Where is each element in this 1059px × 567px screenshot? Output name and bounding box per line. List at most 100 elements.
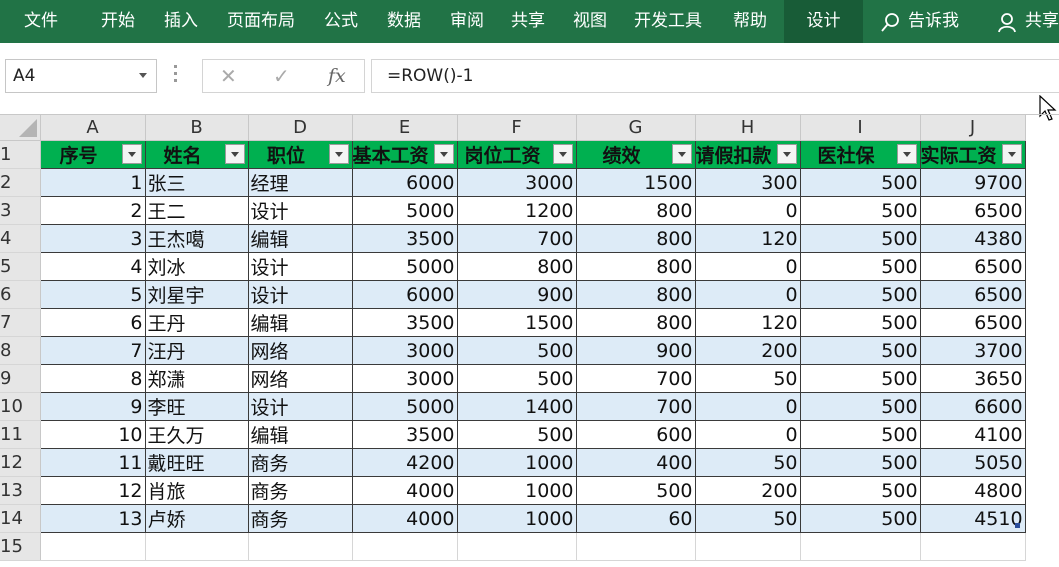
select-all-corner[interactable] [0,115,41,141]
cell[interactable]: 2 [40,196,146,225]
tab-home[interactable]: 开始 [101,0,135,43]
cell[interactable]: 60 [576,504,696,533]
cell[interactable]: 500 [800,420,921,449]
cell[interactable]: 1000 [457,476,577,505]
cell[interactable]: 6 [40,308,146,337]
cell[interactable]: 0 [695,196,801,225]
cell[interactable]: 戴旺旺 [145,448,249,477]
cell[interactable]: 11 [40,448,146,477]
header-name[interactable]: 姓名 [145,140,249,169]
cell[interactable]: 1400 [457,392,577,421]
cell[interactable] [40,532,146,561]
cell[interactable]: 6600 [920,392,1026,421]
formula-bar-grip[interactable] [174,65,178,87]
filter-dropdown-icon[interactable] [224,144,245,164]
cell[interactable]: 5000 [352,252,458,281]
cell[interactable]: 700 [457,224,577,253]
cell[interactable]: 0 [695,280,801,309]
cell[interactable] [352,532,458,561]
filter-dropdown-icon[interactable] [776,144,797,164]
row-header[interactable]: 13 [0,476,41,505]
cell[interactable]: 700 [576,364,696,393]
tab-design[interactable]: 设计 [784,0,863,43]
filter-dropdown-icon[interactable] [552,144,573,164]
insert-function-icon[interactable]: fx [328,60,346,92]
cell[interactable]: 800 [576,224,696,253]
cell[interactable]: 1200 [457,196,577,225]
column-header[interactable]: F [457,115,577,141]
cell[interactable]: 3650 [920,364,1026,393]
cell[interactable]: 王久万 [145,420,249,449]
tab-data[interactable]: 数据 [387,0,421,43]
cell[interactable]: 0 [695,420,801,449]
cell[interactable]: 300 [695,168,801,197]
cell[interactable]: 5000 [352,196,458,225]
cell[interactable]: 1000 [457,448,577,477]
cell[interactable] [576,532,696,561]
cell[interactable]: 王二 [145,196,249,225]
tab-file[interactable]: 文件 [24,0,58,43]
cell[interactable] [145,532,249,561]
cell[interactable]: 500 [800,280,921,309]
cell[interactable]: 1000 [457,504,577,533]
cell[interactable]: 设计 [248,196,353,225]
header-base-salary[interactable]: 基本工资 [352,140,458,169]
cell[interactable] [695,532,801,561]
row-header[interactable]: 10 [0,392,41,421]
column-header[interactable]: H [695,115,801,141]
cancel-icon[interactable]: ✕ [220,60,237,92]
header-performance[interactable]: 绩效 [576,140,696,169]
cell[interactable]: 6500 [920,252,1026,281]
row-header[interactable]: 1 [0,140,41,169]
cell[interactable]: 4 [40,252,146,281]
table-resize-handle[interactable] [1015,523,1020,528]
cell[interactable]: 编辑 [248,308,353,337]
cell[interactable]: 1 [40,168,146,197]
cell[interactable]: 1500 [576,168,696,197]
cell[interactable] [920,532,1026,561]
cell[interactable]: 3000 [352,364,458,393]
cell[interactable]: 500 [800,476,921,505]
cell[interactable]: 6500 [920,308,1026,337]
row-header[interactable]: 15 [0,532,41,561]
column-header[interactable]: B [145,115,249,141]
cell[interactable]: 设计 [248,280,353,309]
cell[interactable]: 500 [800,392,921,421]
cell[interactable]: 500 [800,196,921,225]
cell[interactable]: 9 [40,392,146,421]
cell[interactable]: 500 [800,448,921,477]
cell[interactable]: 500 [457,364,577,393]
cell[interactable]: 刘星宇 [145,280,249,309]
cell[interactable]: 5000 [352,392,458,421]
cell[interactable]: 郑潇 [145,364,249,393]
row-header[interactable]: 5 [0,252,41,281]
row-header[interactable]: 12 [0,448,41,477]
header-actual-salary[interactable]: 实际工资 [920,140,1026,169]
header-position[interactable]: 职位 [248,140,353,169]
row-header[interactable]: 2 [0,168,41,197]
cell[interactable]: 4200 [352,448,458,477]
cell[interactable]: 800 [457,252,577,281]
worksheet-grid[interactable]: A B D E F G H I J 1 序号 姓名 职位 基本工资 岗位工资 绩效 请假扣款医… [0,114,1059,567]
tab-view[interactable]: 视图 [573,0,607,43]
name-box[interactable]: A4 [5,59,157,93]
cell[interactable]: 6500 [920,280,1026,309]
row-header[interactable]: 3 [0,196,41,225]
cell[interactable]: 3500 [352,224,458,253]
cell[interactable]: 编辑 [248,224,353,253]
cell[interactable]: 3 [40,224,146,253]
cell[interactable]: 500 [576,476,696,505]
cell[interactable]: 120 [695,224,801,253]
cell[interactable]: 王杰噶 [145,224,249,253]
row-header[interactable]: 14 [0,504,41,533]
cell[interactable]: 王丹 [145,308,249,337]
filter-dropdown-icon[interactable] [1001,144,1022,164]
header-leave-deduction[interactable]: 请假扣款 [695,140,801,169]
cell[interactable] [457,532,577,561]
cell[interactable]: 200 [695,476,801,505]
tab-developer[interactable]: 开发工具 [634,0,702,43]
cell[interactable]: 12 [40,476,146,505]
cell[interactable]: 4800 [920,476,1026,505]
tab-share[interactable]: 共享 [511,0,545,43]
cell[interactable]: 500 [457,420,577,449]
